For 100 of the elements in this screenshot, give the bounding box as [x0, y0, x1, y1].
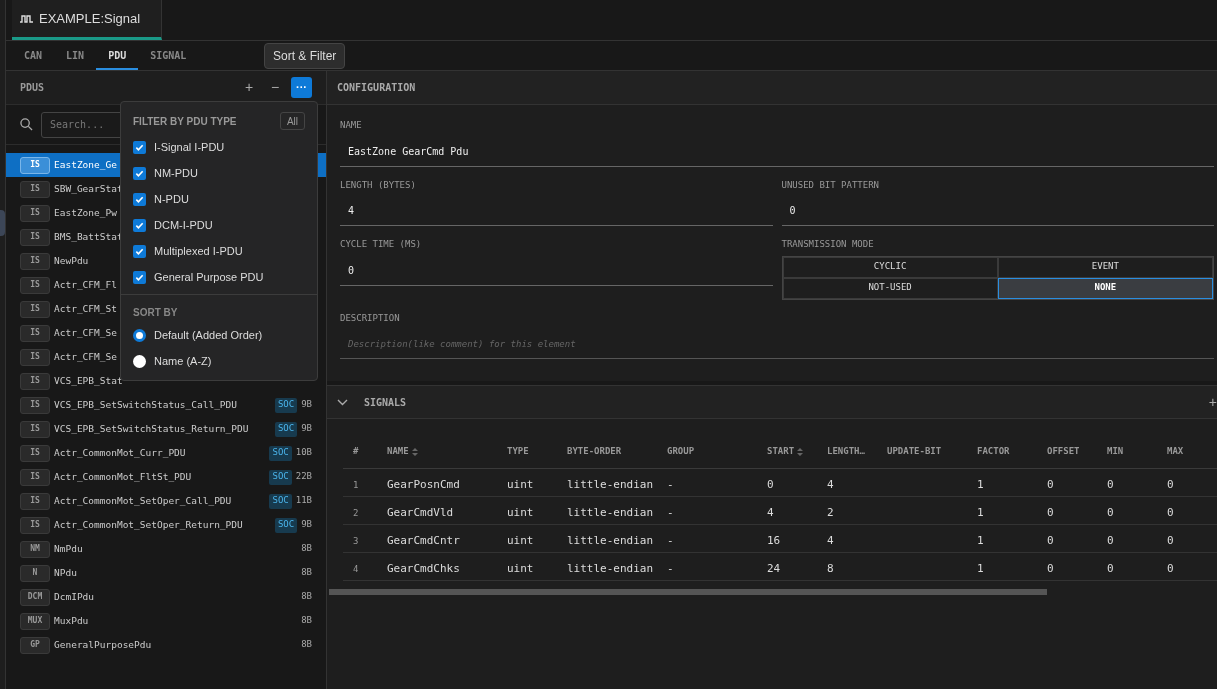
- pdu-type-label: DCM: [20, 588, 50, 606]
- pdu-type-label: IS: [20, 300, 50, 318]
- column-header: TYPE: [507, 444, 529, 458]
- pdu-name: EastZone_Ge: [54, 157, 117, 172]
- pdu-size: 8B: [301, 590, 312, 604]
- pdu-name: Actr_CommonMot_SetOper_Call_PDU: [54, 493, 232, 508]
- table-cell: 0: [1167, 505, 1174, 519]
- table-cell: GearCmdChks: [387, 561, 460, 575]
- column-header: GROUP: [667, 444, 695, 458]
- sort-option-label: Default (Added Order): [154, 327, 263, 343]
- pdu-type-label: IS: [20, 372, 50, 390]
- table-cell: -: [667, 533, 674, 547]
- column-header: OFFSET: [1047, 444, 1080, 458]
- pdu-type-label: IS: [20, 252, 50, 270]
- column-header: MIN: [1107, 444, 1124, 458]
- pdu-type-label: IS: [20, 324, 50, 342]
- section-title: SIGNALS: [364, 395, 407, 410]
- filter-option-label: Multiplexed I-PDU: [154, 243, 243, 259]
- pdu-name: Actr_CommonMot_Curr_PDU: [54, 445, 186, 460]
- column-header: MAX: [1167, 444, 1184, 458]
- pdu-name: NewPdu: [54, 253, 89, 268]
- table-cell: GearCmdVld: [387, 505, 454, 519]
- pdu-type-label: IS: [20, 420, 50, 438]
- field-label: TRANSMISSION MODE: [781, 238, 875, 251]
- table-cell: little-endian: [567, 561, 654, 575]
- table-cell: 0: [1167, 477, 1174, 491]
- pdu-size: 8B: [301, 638, 312, 652]
- pdu-name: Actr_CFM_St: [54, 301, 117, 316]
- pdu-type-label: IS: [20, 348, 50, 366]
- panel-title: PDUS: [20, 81, 45, 95]
- pdu-name: Actr_CFM_Se: [54, 325, 117, 340]
- column-header: BYTE-ORDER: [567, 444, 622, 458]
- row-number: 4: [353, 563, 359, 574]
- table-cell: little-endian: [567, 477, 654, 491]
- pdu-type-label: IS: [20, 492, 50, 510]
- filter-option-label: N-PDU: [154, 191, 189, 207]
- section-title: CONFIGURATION: [337, 81, 416, 95]
- tooltip: Sort & Filter: [264, 43, 346, 69]
- pdu-name: Actr_CommonMot_FltSt_PDU: [54, 469, 192, 484]
- pdu-name: VCS_EPB_SetSwitchStatus_Return_PDU: [54, 421, 249, 436]
- pdu-tag: SOC: [269, 493, 292, 509]
- pdu-name: EastZone_Pw: [54, 205, 117, 220]
- filter-option-label: I-Signal I-PDU: [154, 139, 225, 155]
- table-cell: 0: [1047, 505, 1054, 519]
- table-cell: 0: [1107, 561, 1114, 575]
- pdu-type-label: MUX: [20, 612, 50, 630]
- table-cell: 4: [827, 533, 834, 547]
- pdu-tag: SOC: [274, 421, 298, 437]
- table-cell: 0: [1167, 533, 1174, 547]
- pdu-size: 10B: [295, 446, 312, 460]
- table-cell: -: [667, 505, 674, 519]
- table-cell: little-endian: [567, 533, 654, 547]
- pdu-type-label: NM: [20, 540, 50, 558]
- filter-option-label: DCM-I-PDU: [154, 217, 213, 233]
- table-cell: 4: [827, 477, 834, 491]
- pdu-type-label: IS: [20, 156, 50, 174]
- row-number: 2: [353, 507, 359, 518]
- pdu-name: VCS_EPB_SetSwitchStatus_Call_PDU: [54, 397, 238, 412]
- table-cell: 0: [1047, 477, 1054, 491]
- field-label: UNUSED BIT PATTERN: [781, 178, 881, 192]
- menu-heading: FILTER BY PDU TYPE: [133, 114, 237, 129]
- pdu-size: 11B: [295, 494, 312, 508]
- pdu-size: 8B: [301, 566, 312, 580]
- pdu-tag: SOC: [274, 397, 298, 413]
- table-cell: 8: [827, 561, 834, 575]
- table-cell: 2: [827, 505, 834, 519]
- field-label: DESCRIPTION: [340, 311, 401, 325]
- pdu-size: 22B: [295, 470, 312, 484]
- pdu-size: 9B: [301, 422, 312, 436]
- table-cell: 16: [767, 533, 781, 547]
- editor-tab-title: EXAMPLE:Signal: [39, 9, 141, 28]
- menu-heading: SORT BY: [132, 306, 179, 320]
- column-header: UPDATE-BIT: [887, 444, 942, 458]
- pdu-name: DcmIPdu: [54, 589, 95, 604]
- pdu-size: 8B: [301, 614, 312, 628]
- pdu-type-label: IS: [20, 396, 50, 414]
- column-header: #: [353, 444, 359, 458]
- pdu-name: NPdu: [54, 565, 77, 580]
- table-cell: GearCmdCntr: [387, 533, 460, 547]
- table-cell: 1: [977, 533, 984, 547]
- pdu-type-label: IS: [20, 444, 50, 462]
- table-cell: uint: [507, 561, 534, 575]
- pdu-name: VCS_EPB_Stat: [54, 373, 123, 388]
- table-cell: 24: [767, 561, 781, 575]
- table-cell: uint: [507, 533, 534, 547]
- pdu-type-label: IS: [20, 516, 50, 534]
- pdu-name: BMS_BattStat: [54, 229, 123, 244]
- table-cell: uint: [507, 505, 534, 519]
- pdu-name: Actr_CFM_Fl: [54, 277, 117, 292]
- row-number: 3: [353, 535, 359, 546]
- table-cell: 0: [767, 477, 774, 491]
- pdu-type-label: IS: [20, 180, 50, 198]
- table-cell: uint: [507, 477, 534, 491]
- table-cell: 0: [1167, 561, 1174, 575]
- pdu-size: 9B: [301, 398, 312, 412]
- column-header: START: [767, 444, 795, 458]
- pdu-tag: SOC: [269, 445, 292, 461]
- table-cell: 0: [1107, 533, 1114, 547]
- pdu-name: Actr_CFM_Se: [54, 349, 117, 364]
- filter-option-label: General Purpose PDU: [154, 269, 264, 285]
